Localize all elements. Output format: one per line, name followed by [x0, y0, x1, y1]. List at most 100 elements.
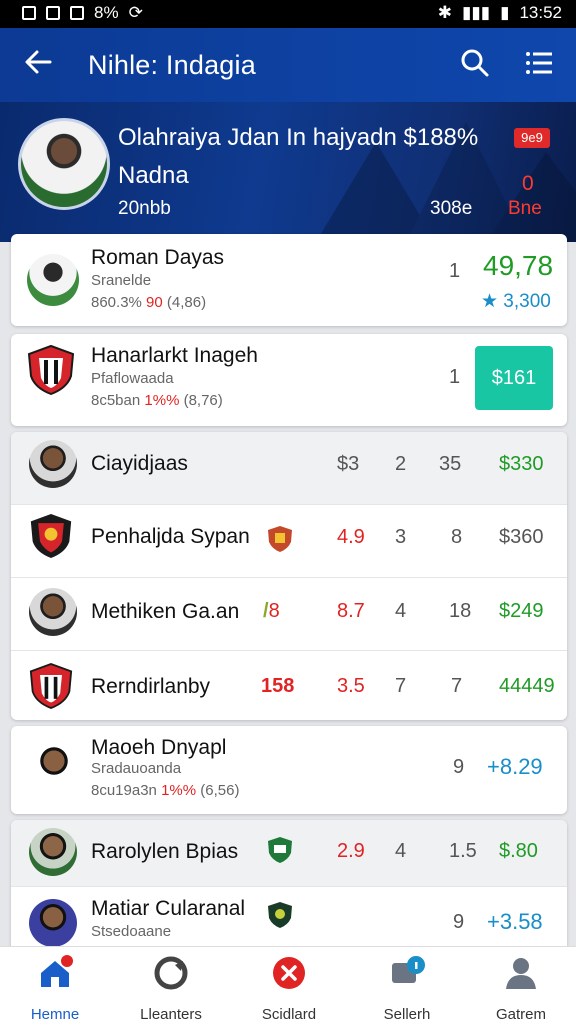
row-value: $.80 [499, 840, 538, 862]
battery-percent: 8% [94, 3, 119, 22]
player-detail-highlight: 1%% [161, 782, 197, 799]
club-badge-icon [268, 837, 292, 863]
player-photo [29, 828, 77, 876]
buy-button[interactable]: $161 [475, 346, 553, 410]
back-arrow-icon[interactable] [22, 46, 54, 78]
bottom-navigation: Hemne Lleanters Scidlard Sellerh Gatrem [0, 946, 576, 1025]
list-menu-icon[interactable] [524, 48, 554, 78]
nav-leaders[interactable]: Lleanters [116, 955, 226, 1023]
team-detail-highlight: 1%% [144, 392, 180, 409]
nav-search-label: Sellerh [383, 1006, 431, 1023]
club-crest-icon [29, 663, 73, 709]
sync-icon: ⟳ [128, 3, 143, 22]
hero-banner[interactable]: Olahraiya Jdan In hajyadn $188% Nadna 20… [0, 102, 576, 242]
player-avatar [18, 118, 110, 210]
player-role: Sradauoanda [91, 760, 182, 777]
stadium-graphic [316, 122, 576, 242]
table-row[interactable]: Methiken Ga.an /8 8.7 4 18 $249 [11, 578, 567, 651]
hero-red-label: Bne [508, 198, 542, 219]
row-value: 44449 [499, 675, 555, 697]
hero-subtitle: Nadna [118, 162, 189, 189]
row-name: Rerndirlanby [91, 675, 211, 698]
nav-search[interactable]: Sellerh [352, 955, 462, 1023]
page-title: Nihle: Indagia [88, 50, 256, 80]
status-bar: 8% ⟳ ✱ ▮▮▮ ▮ 13:52 [0, 0, 576, 28]
row-value: +3.58 [487, 909, 543, 934]
bluetooth-icon: ✱ [437, 3, 453, 22]
standings-table: Ciayidjaas $3 2 35 $330 Penhaljda Sypan … [11, 432, 567, 720]
player-photo [29, 588, 77, 636]
club-badge-icon [268, 902, 292, 928]
row-badge: 8 [268, 600, 280, 622]
row-col1: 8.7 [337, 600, 365, 622]
row-col2: 2 [395, 453, 407, 475]
row-col1: 3.5 [337, 675, 365, 697]
nav-profile[interactable]: Gatrem [466, 955, 576, 1023]
player-detail: 860.3% [91, 294, 147, 311]
player-detail-extra: (4,86) [162, 294, 207, 311]
row-name: Penhaljda Sypan [91, 525, 250, 548]
nav-leaders-label: Lleanters [140, 1006, 202, 1023]
player-card[interactable]: Roman Dayas Sranelde 860.3% 90 (4,86) 1 … [11, 234, 567, 326]
player-detail-extra: (6,56) [196, 782, 240, 799]
user-icon [506, 958, 536, 989]
app-bar: Nihle: Indagia [0, 28, 576, 102]
row-name: Methiken Ga.an [91, 600, 240, 623]
player-rank: 9 [453, 756, 465, 778]
search-icon[interactable] [460, 48, 490, 78]
player-list: Rarolylen Bpias 2.9 4 1.5 $.80 Matiar Cu… [11, 820, 567, 960]
player-rank: 1 [449, 260, 461, 282]
team-detail: 8c5ban [91, 392, 145, 409]
close-circle-icon [273, 957, 305, 989]
row-col1: 4.9 [337, 526, 365, 548]
row-value: $249 [499, 600, 544, 622]
nav-scoreboard[interactable]: Scidlard [234, 955, 344, 1023]
hero-stat: 308e [430, 198, 473, 219]
row-name: Ciayidjaas [91, 452, 188, 475]
nav-home-label: Hemne [30, 1006, 80, 1023]
row-col1: $3 [337, 453, 360, 475]
row-col1: 2.9 [337, 840, 365, 862]
nav-scoreboard-label: Scidlard [261, 1006, 317, 1023]
row-col2: 7 [395, 675, 407, 697]
table-row[interactable]: Ciayidjaas $3 2 35 $330 [11, 432, 567, 505]
hero-meta: 20nbb [118, 198, 171, 219]
player-role: Sranelde [91, 272, 152, 289]
nav-profile-label: Gatrem [495, 1006, 546, 1023]
row-rank: 9 [453, 911, 465, 933]
table-row[interactable]: Rarolylen Bpias 2.9 4 1.5 $.80 [11, 820, 567, 887]
hero-headline: Olahraiya Jdan In hajyadn $188% [118, 124, 479, 151]
player-photo [27, 254, 79, 306]
team-detail-extra: (8,76) [179, 392, 223, 409]
hero-red-value: 0 [522, 172, 534, 195]
nav-home[interactable]: Hemne [0, 955, 110, 1023]
player-name: Maoeh Dnyapl [91, 736, 227, 759]
club-crest-icon [30, 514, 72, 558]
notification-icon [22, 6, 36, 20]
row-col2: 4 [395, 600, 407, 622]
player-card[interactable]: Maoeh Dnyapl Sradauoanda 8cu19a3n 1%% (6… [11, 726, 567, 814]
mail-icon [70, 6, 84, 20]
player-detail: 8cu19a3n [91, 782, 162, 799]
team-card[interactable]: Hanarlarkt Inageh Pfaflowaada 8c5ban 1%%… [11, 334, 567, 426]
home-icon [41, 955, 73, 987]
row-value: $330 [499, 453, 544, 475]
player-change: ★ 3,300 [481, 291, 551, 312]
player-photo [29, 899, 77, 947]
table-row[interactable]: Rerndirlanby 158 3.5 7 7 44449 [11, 651, 567, 723]
row-col2: 3 [395, 526, 407, 548]
signal-icon: ▮▮▮ [462, 3, 491, 22]
battery-icon: ▮ [500, 3, 510, 22]
club-badge-icon [268, 526, 292, 552]
clock: 13:52 [519, 3, 562, 22]
refresh-circle-icon [154, 956, 188, 990]
player-detail-highlight: 90 [146, 294, 163, 311]
hero-badge: 9e9 [514, 128, 550, 148]
row-col3: 35 [439, 453, 462, 475]
row-col3: 1.5 [449, 840, 477, 862]
row-name: Rarolylen Bpias [91, 840, 239, 863]
team-rank: 1 [449, 366, 461, 388]
table-row[interactable]: Penhaljda Sypan 4.9 3 8 $360 [11, 505, 567, 578]
club-crest-icon [27, 344, 75, 396]
player-photo [29, 742, 79, 792]
